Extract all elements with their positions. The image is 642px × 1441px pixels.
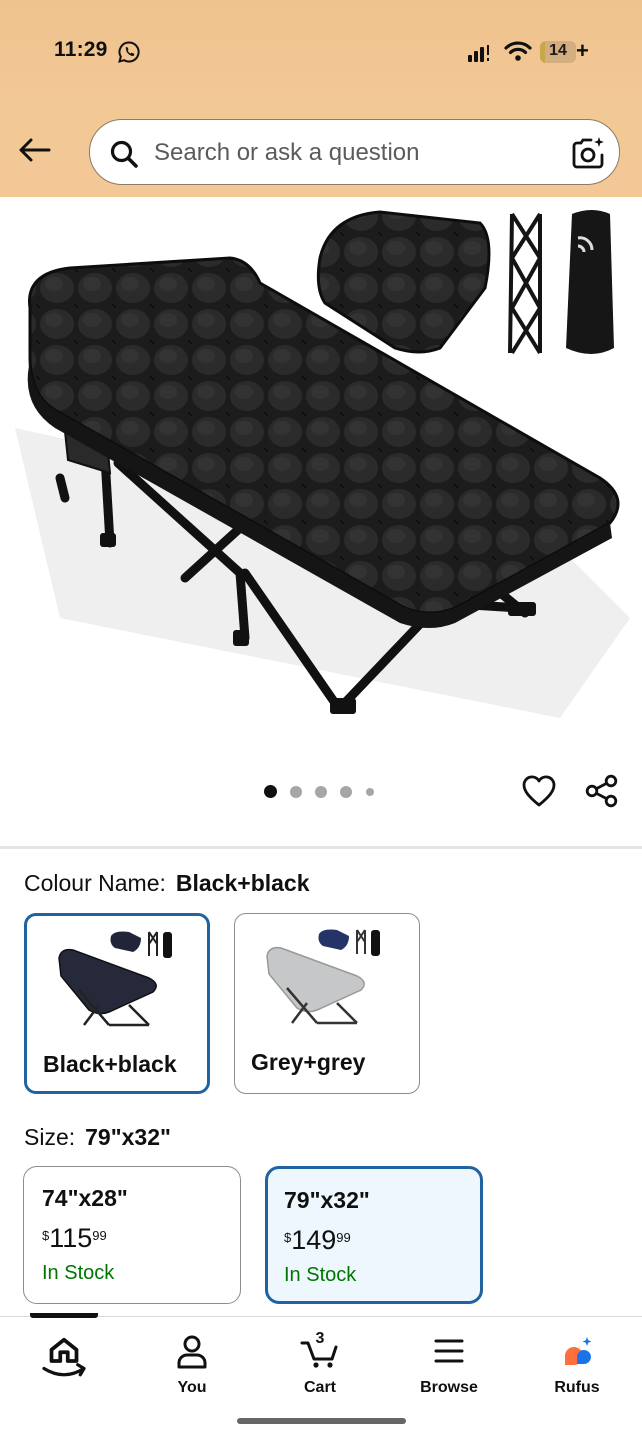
size-option-79x32[interactable]: 79"x32" $14999 In Stock	[265, 1166, 483, 1304]
gallery-dot[interactable]	[264, 785, 277, 798]
nav-item-rufus[interactable]: Rufus	[527, 1331, 627, 1397]
rufus-icon	[564, 1337, 592, 1365]
heart-icon[interactable]	[521, 773, 557, 809]
gallery-dot[interactable]	[340, 786, 352, 798]
nav-label-you: You	[177, 1379, 207, 1396]
size-label: Size: 79"x32"	[24, 1124, 171, 1151]
camera-lens-icon[interactable]	[570, 135, 606, 171]
nav-label-cart: Cart	[303, 1379, 336, 1396]
nav-item-browse[interactable]: Browse	[399, 1331, 499, 1397]
wifi-icon	[504, 41, 532, 61]
colour-option-image	[58, 931, 172, 1027]
size-option-name: 74"x28"	[42, 1185, 128, 1211]
home-indicator	[237, 1418, 406, 1424]
colour-option-grey[interactable]: Grey+grey	[234, 913, 420, 1094]
nav-item-home[interactable]	[14, 1331, 114, 1381]
search-icon	[110, 140, 138, 168]
size-selected-value: 79"x32"	[85, 1124, 171, 1150]
battery-indicator: 14	[540, 41, 576, 63]
colour-label-text: Colour Name:	[24, 870, 166, 896]
gallery-dot[interactable]	[366, 788, 374, 796]
header: 11:29 14 + Search or ask a question	[0, 0, 642, 197]
price-whole: 149	[291, 1225, 337, 1255]
section-divider	[0, 846, 642, 849]
stock-status: In Stock	[42, 1262, 115, 1284]
menu-icon	[434, 1339, 464, 1363]
nav-label-rufus: Rufus	[554, 1379, 600, 1396]
colour-selected-value: Black+black	[175, 870, 310, 896]
size-option-name: 79"x32"	[284, 1187, 370, 1213]
nav-item-you[interactable]: You	[142, 1331, 242, 1397]
stock-status: In Stock	[284, 1264, 357, 1286]
nav-item-cart[interactable]: 3 Cart	[270, 1330, 370, 1397]
size-option-74x28[interactable]: 74"x28" $11599 In Stock	[23, 1166, 241, 1304]
whatsapp-icon	[118, 41, 140, 63]
back-arrow-icon[interactable]	[16, 134, 52, 166]
colour-option-label: Grey+grey	[251, 1049, 366, 1075]
gallery-dot[interactable]	[290, 786, 302, 798]
price-fraction: 99	[336, 1230, 351, 1245]
search-placeholder: Search or ask a question	[154, 139, 420, 166]
battery-level: 14	[549, 42, 567, 59]
price-fraction: 99	[92, 1228, 107, 1243]
price-currency: $	[42, 1228, 50, 1243]
search-input[interactable]: Search or ask a question	[89, 119, 620, 185]
product-image[interactable]	[0, 198, 642, 758]
gallery-dot[interactable]	[315, 786, 327, 798]
active-tab-indicator	[30, 1313, 98, 1318]
signal-icon	[468, 45, 489, 62]
home-icon	[42, 1337, 86, 1377]
charging-indicator: +	[576, 38, 589, 63]
colour-option-image	[266, 929, 380, 1025]
price-currency: $	[284, 1230, 292, 1245]
status-time: 11:29	[54, 38, 108, 61]
size-option-price: $14999	[284, 1225, 351, 1256]
share-icon[interactable]	[584, 773, 620, 809]
colour-option-label: Black+black	[43, 1051, 177, 1077]
colour-label: Colour Name: Black+black	[24, 870, 310, 897]
size-option-price: $11599	[42, 1223, 107, 1254]
cart-count-badge: 3	[315, 1330, 325, 1347]
nav-label-browse: Browse	[420, 1379, 478, 1396]
price-whole: 115	[49, 1223, 93, 1253]
size-label-text: Size:	[24, 1124, 76, 1150]
colour-option-black[interactable]: Black+black	[24, 913, 210, 1094]
user-icon	[177, 1335, 207, 1369]
